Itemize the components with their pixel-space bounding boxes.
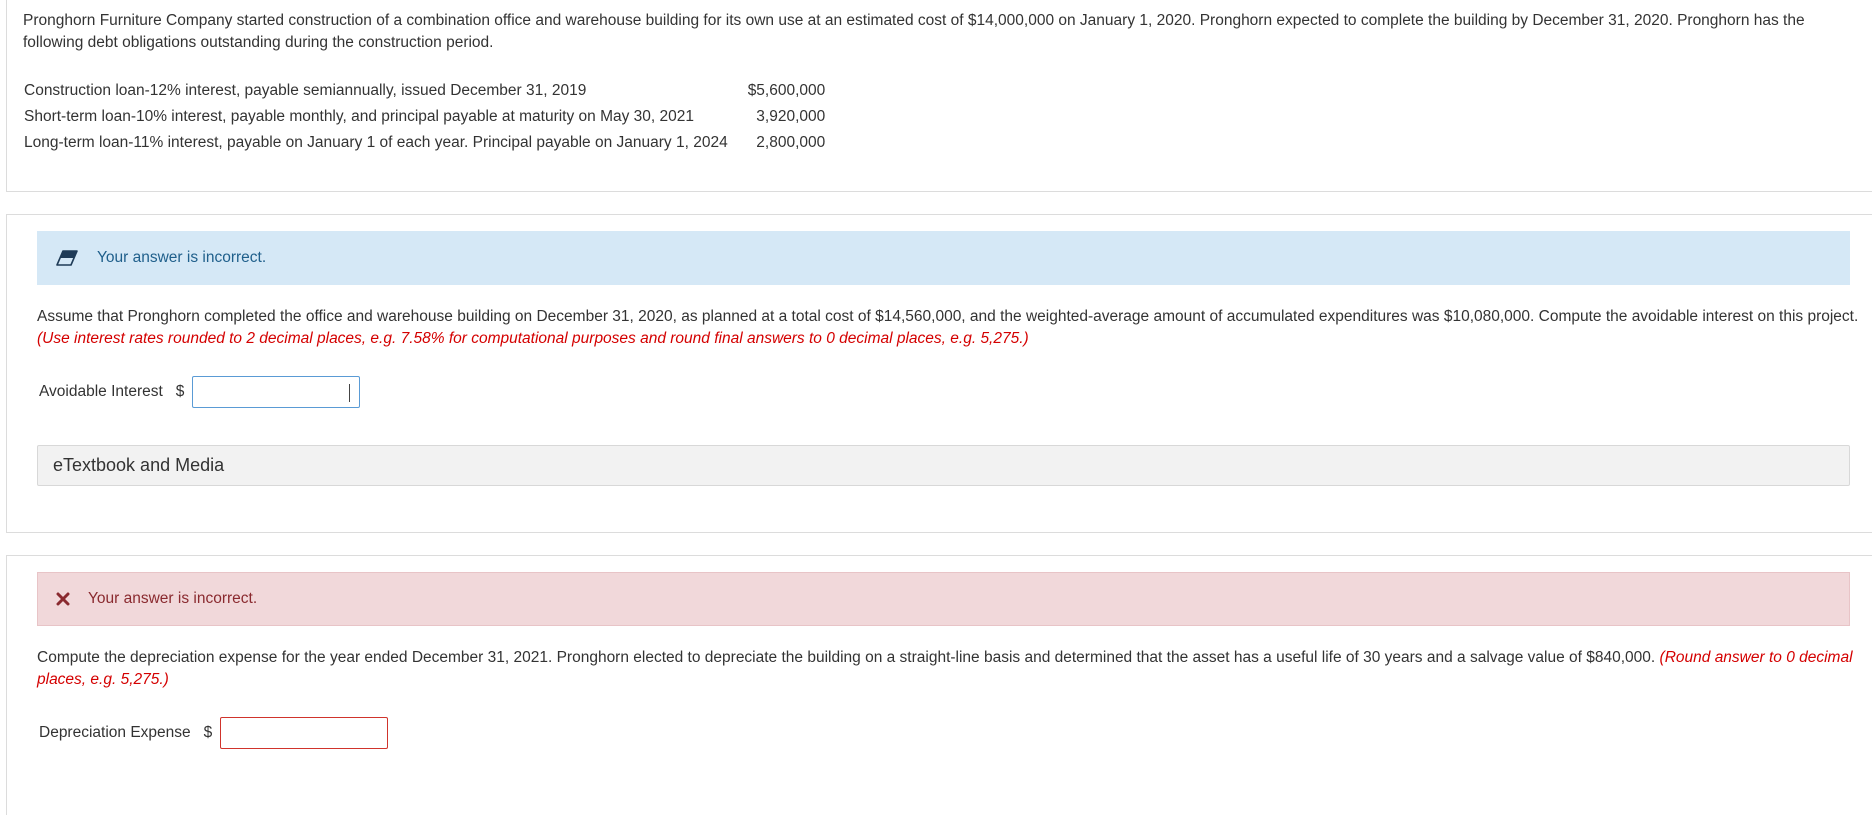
table-row: Long-term loan-11% interest, payable on … — [24, 130, 825, 156]
field-label: Depreciation Expense — [39, 724, 191, 741]
question-text: Assume that Pronghorn completed the offi… — [37, 306, 1867, 350]
feedback-banner-error: Your answer is incorrect. — [37, 572, 1850, 626]
question-text: Compute the depreciation expense for the… — [37, 647, 1867, 691]
etextbook-label: eTextbook and Media — [53, 455, 225, 475]
debt-description: Long-term loan-11% interest, payable on … — [24, 134, 728, 151]
question-card-depreciation: Your answer is incorrect. Compute the de… — [6, 555, 1872, 815]
rounding-hint: (Use interest rates rounded to 2 decimal… — [37, 330, 1029, 347]
debt-amount: 2,800,000 — [756, 134, 826, 151]
debt-amount: $5,600,000 — [747, 82, 826, 99]
avoidable-interest-input[interactable] — [192, 376, 361, 408]
depreciation-expense-row: Depreciation Expense $ — [39, 717, 389, 749]
depreciation-expense-input[interactable] — [220, 717, 389, 749]
eraser-icon — [37, 250, 97, 266]
feedback-text: Your answer is incorrect. — [97, 249, 267, 266]
debt-description: Construction loan-12% interest, payable … — [24, 82, 587, 99]
avoidable-interest-row: Avoidable Interest $ — [39, 376, 361, 408]
question-body: Compute the depreciation expense for the… — [37, 649, 1656, 666]
field-label: Avoidable Interest — [39, 383, 163, 400]
debt-amount: 3,920,000 — [756, 108, 826, 125]
currency-symbol: $ — [175, 383, 185, 400]
table-row: Short-term loan-10% interest, payable mo… — [24, 104, 825, 130]
problem-intro-text: Pronghorn Furniture Company started cons… — [23, 12, 1805, 51]
debt-description: Short-term loan-10% interest, payable mo… — [24, 108, 695, 125]
question-card-avoidable-interest: Your answer is incorrect. Assume that Pr… — [6, 214, 1872, 533]
problem-statement-card: Pronghorn Furniture Company started cons… — [6, 0, 1872, 192]
feedback-banner-info: Your answer is incorrect. — [37, 231, 1850, 285]
table-row: Construction loan-12% interest, payable … — [24, 78, 825, 104]
debt-obligations-table: Construction loan-12% interest, payable … — [24, 78, 825, 156]
feedback-text: Your answer is incorrect. — [88, 590, 258, 607]
avoidable-interest-input-wrap — [192, 376, 361, 408]
etextbook-media-toggle[interactable]: eTextbook and Media — [37, 445, 1850, 486]
currency-symbol: $ — [203, 724, 213, 741]
text-caret — [349, 384, 351, 402]
x-mark-icon — [38, 592, 88, 606]
question-body: Assume that Pronghorn completed the offi… — [37, 308, 1859, 325]
